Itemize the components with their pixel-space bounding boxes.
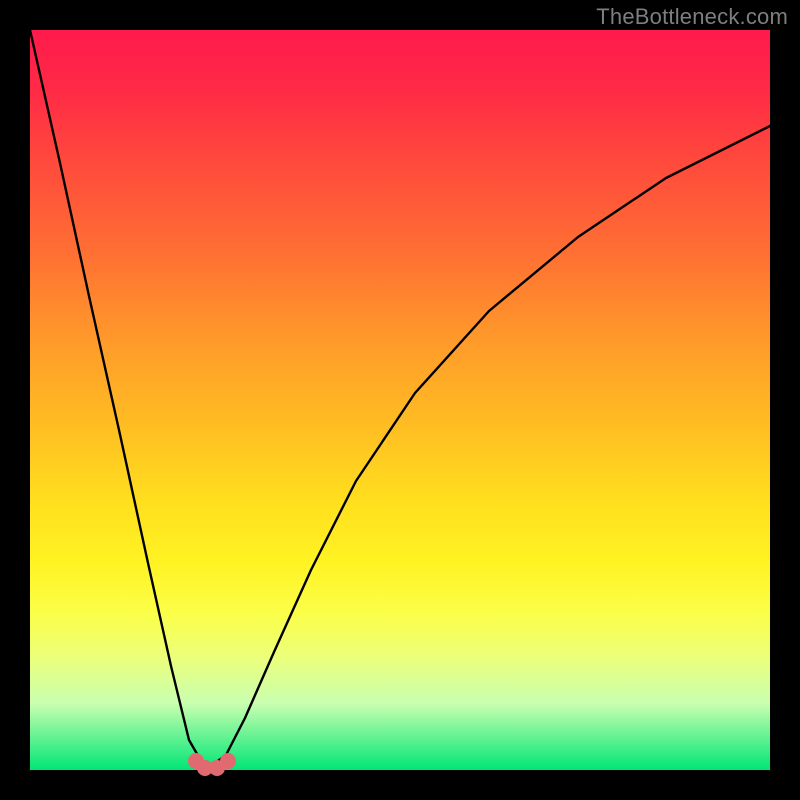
chart-frame: TheBottleneck.com <box>0 0 800 800</box>
valley-marker-right <box>220 753 236 769</box>
chart-plot-area <box>30 30 770 770</box>
chart-svg <box>30 30 770 770</box>
watermark-text: TheBottleneck.com <box>596 4 788 30</box>
bottleneck-curve <box>30 30 770 766</box>
valley-markers <box>188 753 236 776</box>
